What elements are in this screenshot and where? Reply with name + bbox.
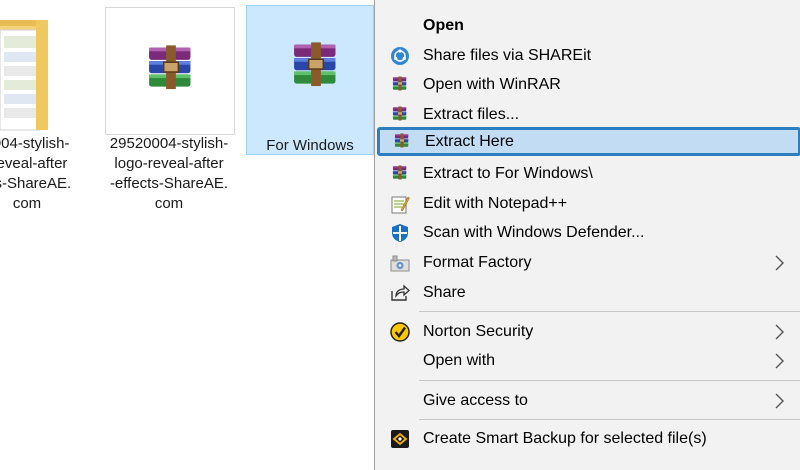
winrar-archive-icon (285, 42, 347, 96)
chevron-right-icon (775, 255, 784, 271)
file-name: 29520004-stylish- logo-reveal-after -eff… (109, 135, 229, 212)
context-menu: Open Share files via SHAREit Open with W… (374, 0, 800, 470)
chevron-right-icon (775, 353, 784, 369)
norton-icon (389, 321, 411, 343)
file-thumbnail (105, 7, 235, 135)
menu-item-label: Give access to (423, 392, 528, 409)
menu-item-give-access-to[interactable]: Give access to (375, 386, 800, 415)
menu-item-open-with[interactable]: Open with (375, 346, 800, 375)
menu-item-format-factory[interactable]: Format Factory (375, 248, 800, 277)
menu-item-share-shareit[interactable]: Share files via SHAREit (375, 41, 800, 70)
windows-defender-icon (389, 222, 411, 244)
format-factory-icon (389, 252, 411, 274)
file-item-rar-archive[interactable]: 29520004-stylish- logo-reveal-after -eff… (104, 6, 235, 216)
menu-item-edit-notepad-plus-plus[interactable]: Edit with Notepad++ (375, 189, 800, 218)
winrar-icon (389, 163, 411, 185)
menu-item-open-with-winrar[interactable]: Open with WinRAR (375, 70, 800, 99)
menu-item-label: Extract files... (423, 106, 520, 123)
notepad-plus-plus-icon (389, 193, 411, 215)
winrar-archive-icon (140, 45, 202, 99)
file-item-selected[interactable]: For Windows (246, 5, 374, 155)
menu-item-label: Edit with Notepad++ (423, 195, 568, 212)
file-item-zip-folder[interactable]: 0004-stylish- -reveal-after cts-ShareAE.… (0, 0, 94, 230)
menu-separator (419, 380, 800, 381)
menu-item-label: Share files via SHAREit (423, 47, 592, 64)
menu-item-label: Extract Here (425, 133, 514, 150)
menu-item-create-smart-backup[interactable]: Create Smart Backup for selected file(s) (375, 424, 800, 453)
shareit-icon (389, 45, 411, 67)
menu-item-open[interactable]: Open (375, 11, 800, 40)
menu-item-label: Share (423, 284, 466, 301)
menu-item-label: Open (423, 17, 464, 34)
compressed-folder-icon (0, 20, 48, 131)
menu-separator (419, 419, 800, 420)
smart-backup-icon (389, 428, 411, 450)
file-name: For Windows (266, 137, 354, 154)
menu-item-extract-to-folder[interactable]: Extract to For Windows\ (375, 159, 800, 188)
menu-item-label: Create Smart Backup for selected file(s) (423, 430, 707, 447)
menu-item-label: Open with WinRAR (423, 76, 561, 93)
file-name: 0004-stylish- -reveal-after cts-ShareAE.… (0, 135, 72, 212)
menu-item-label: Format Factory (423, 254, 532, 271)
menu-item-extract-files[interactable]: Extract files... (375, 100, 800, 129)
menu-item-share[interactable]: Share (375, 278, 800, 307)
winrar-icon (389, 104, 411, 126)
winrar-icon (391, 131, 413, 153)
menu-item-norton-security[interactable]: Norton Security (375, 317, 800, 346)
menu-item-label: Norton Security (423, 323, 534, 340)
winrar-icon (389, 74, 411, 96)
menu-separator (419, 311, 800, 312)
menu-item-label: Open with (423, 352, 496, 369)
menu-item-label: Scan with Windows Defender... (423, 224, 645, 241)
chevron-right-icon (775, 393, 784, 409)
menu-item-extract-here[interactable]: Extract Here (377, 127, 800, 156)
menu-item-scan-windows-defender[interactable]: Scan with Windows Defender... (375, 218, 800, 247)
menu-item-label: Extract to For Windows\ (423, 165, 593, 182)
chevron-right-icon (775, 324, 784, 340)
share-icon (389, 282, 411, 304)
